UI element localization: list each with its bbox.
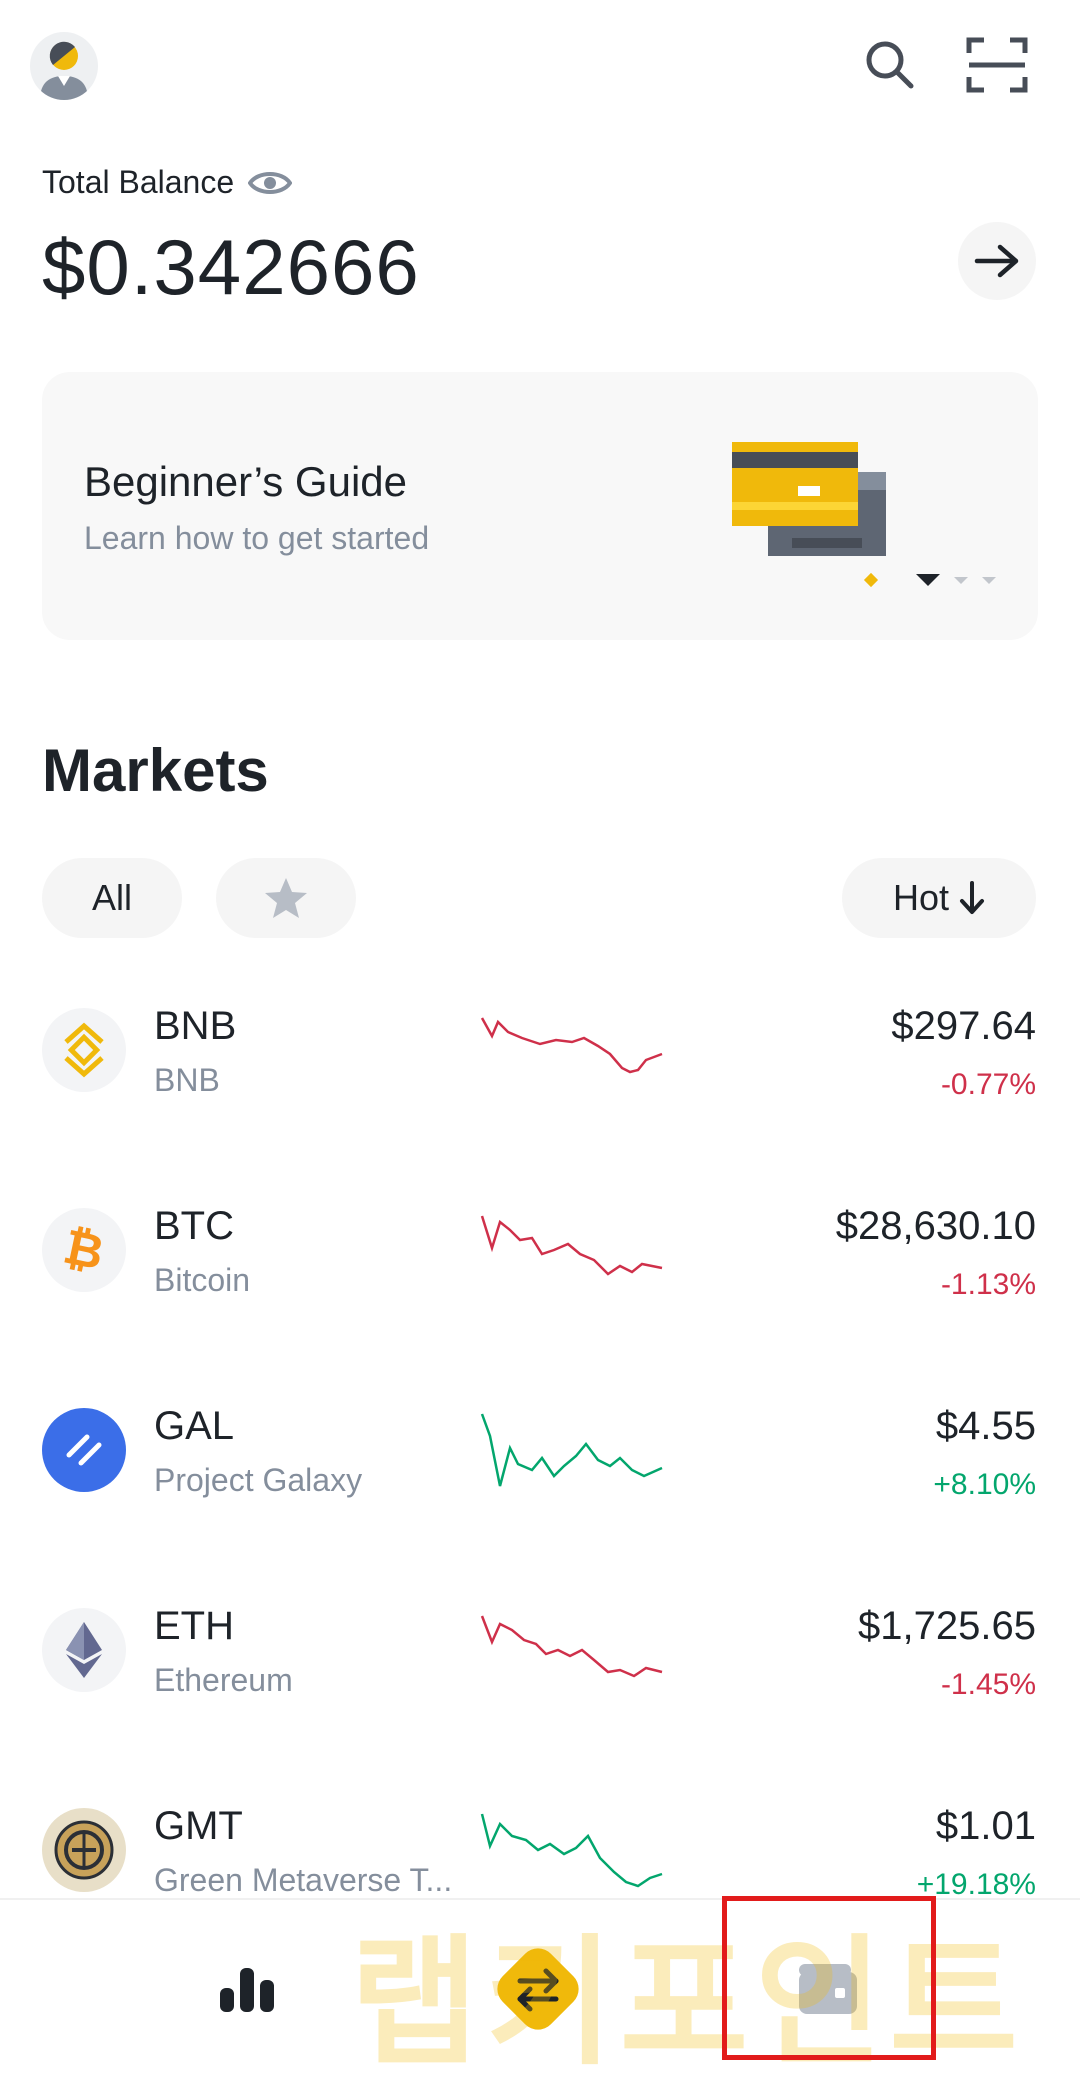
- pagination-dot: [863, 572, 879, 588]
- sort-hot-button[interactable]: Hot: [842, 858, 1036, 938]
- tab-all[interactable]: All: [42, 858, 182, 938]
- coin-price: $1.01: [935, 1804, 1036, 1848]
- coin-change: -1.45%: [940, 1668, 1036, 1701]
- markets-title: Markets: [42, 737, 269, 804]
- total-balance-value: $0.342666: [42, 223, 420, 311]
- coin-symbol: ETH: [154, 1604, 234, 1648]
- coin-price: $1,725.65: [858, 1604, 1036, 1648]
- btc-coin-icon: ₿: [42, 1208, 126, 1292]
- coin-name: BNB: [154, 1062, 220, 1098]
- coin-change: -1.13%: [940, 1268, 1036, 1301]
- beginner-guide-banner[interactable]: [42, 372, 1038, 640]
- sort-label: Hot: [892, 877, 950, 918]
- tab-favorites[interactable]: [216, 858, 356, 938]
- balance-label-text: Total Balance: [42, 164, 235, 200]
- sparkline: [480, 1413, 663, 1487]
- card-illustration-icon: [732, 442, 888, 567]
- pagination-dot: [954, 576, 968, 584]
- coin-symbol: GAL: [154, 1404, 235, 1448]
- bar-chart-icon: [220, 1968, 274, 2012]
- arrow-right-icon: [974, 244, 1019, 278]
- balance-details-button[interactable]: [958, 222, 1036, 300]
- bnb-coin-icon: [42, 1008, 126, 1092]
- scan-icon[interactable]: [962, 30, 1032, 100]
- search-icon[interactable]: [855, 30, 925, 100]
- gmt-coin-icon: [42, 1808, 126, 1892]
- coin-price: $297.64: [891, 1004, 1036, 1048]
- banner-pagination: [863, 572, 996, 588]
- pagination-dot: [982, 576, 996, 584]
- coin-change: -0.77%: [940, 1068, 1036, 1101]
- sparkline: [480, 1813, 663, 1888]
- sparkline: [480, 1215, 663, 1276]
- gal-coin-icon: [42, 1408, 126, 1492]
- eye-icon[interactable]: [248, 168, 293, 198]
- banner-title: Beginner’s Guide: [84, 458, 407, 505]
- coin-symbol: BNB: [154, 1004, 237, 1048]
- sparkline: [480, 1017, 663, 1074]
- coin-symbol: BTC: [154, 1204, 234, 1248]
- coin-price: $4.55: [935, 1404, 1036, 1448]
- arrow-down-icon: [960, 881, 985, 914]
- watermark-text: 랩키포인트: [350, 1924, 1025, 2081]
- star-icon: [265, 878, 307, 918]
- total-balance-label: Total Balance: [42, 164, 293, 201]
- coin-name: Bitcoin: [154, 1262, 251, 1298]
- avatar-icon[interactable]: [30, 32, 98, 100]
- nav-markets[interactable]: [188, 1934, 308, 2044]
- coin-symbol: GMT: [154, 1804, 243, 1848]
- coin-name: Project Galaxy: [154, 1462, 363, 1498]
- sparkline: [480, 1615, 663, 1678]
- coin-change: +8.10%: [933, 1468, 1036, 1501]
- pagination-dot-active: [916, 574, 940, 586]
- coin-name: Ethereum: [154, 1662, 293, 1698]
- banner-subtitle: Learn how to get started: [84, 520, 430, 556]
- eth-coin-icon: [42, 1608, 126, 1692]
- highlight-box: [722, 1896, 936, 2060]
- coin-price: $28,630.10: [835, 1204, 1036, 1248]
